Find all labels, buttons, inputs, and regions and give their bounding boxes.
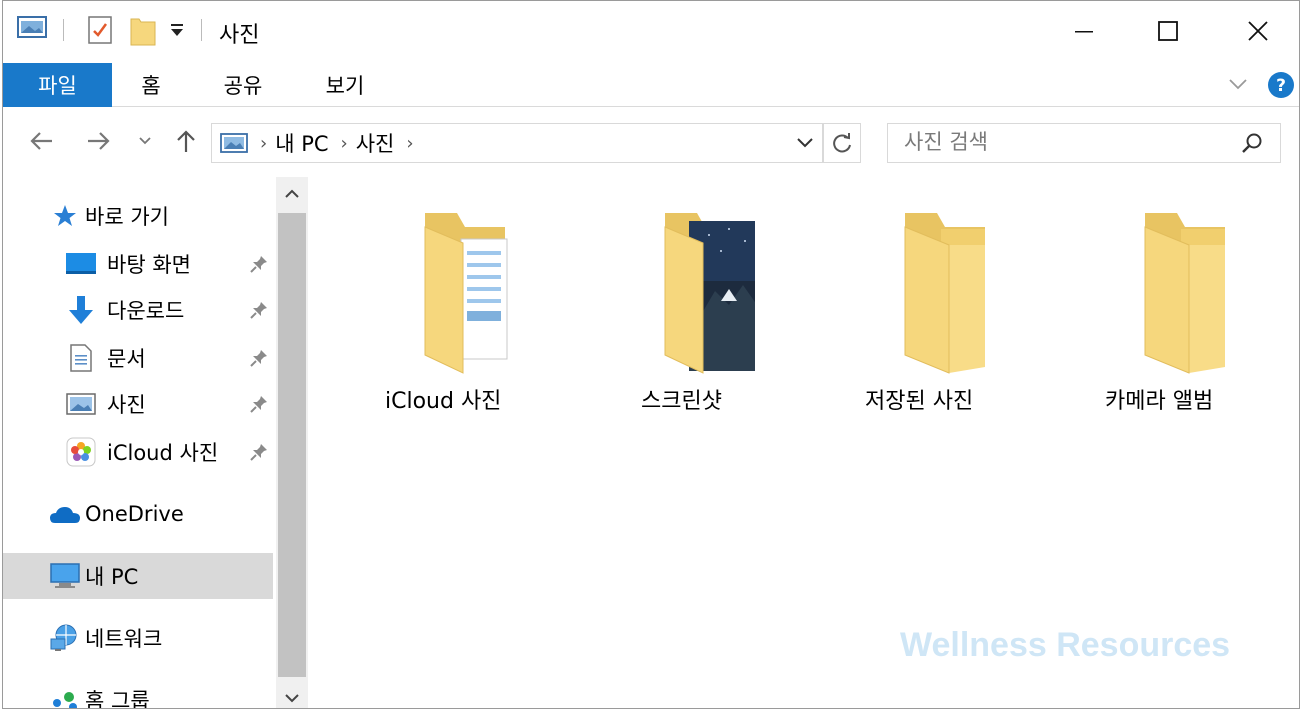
pin-icon[interactable]	[249, 394, 269, 419]
nav-scrollbar[interactable]	[276, 177, 308, 708]
close-button[interactable]	[1213, 1, 1299, 61]
folder-item[interactable]: 스크린샷	[585, 205, 785, 415]
svg-text:?: ?	[1276, 76, 1286, 96]
scroll-down-icon[interactable]	[276, 681, 308, 708]
breadcrumb-separator[interactable]: ›	[341, 133, 348, 154]
nav-quick-access-label: 바로 가기	[85, 205, 169, 229]
scroll-up-icon[interactable]	[276, 177, 308, 211]
sidebar-item-documents[interactable]: 문서	[65, 335, 275, 381]
sidebar-item-icloud-photos[interactable]: iCloud 사진	[65, 429, 275, 475]
nav-this-pc[interactable]: 내 PC	[3, 553, 273, 599]
tab-share[interactable]: 공유	[213, 63, 273, 107]
expand-ribbon-icon[interactable]	[1227, 75, 1249, 97]
search-input[interactable]	[904, 124, 1224, 160]
icloud-photos-icon	[65, 436, 97, 468]
title-bar: 사진	[3, 1, 1299, 61]
document-icon	[65, 342, 97, 374]
pictures-icon	[65, 388, 97, 420]
folder-name: iCloud 사진	[385, 389, 502, 414]
tab-file[interactable]: 파일	[3, 63, 112, 107]
window-icon[interactable]	[17, 15, 47, 39]
nav-homegroup-label: 홈 그룹	[85, 689, 150, 709]
pictures-location-icon	[220, 132, 248, 154]
breadcrumb-separator[interactable]: ›	[406, 133, 413, 154]
address-dropdown-icon[interactable]	[796, 135, 814, 154]
minimize-button[interactable]	[1039, 1, 1129, 61]
folder-item[interactable]: 저장된 사진	[825, 205, 1025, 415]
folder-name: 저장된 사진	[865, 389, 974, 414]
nav-network-label: 네트워크	[85, 627, 163, 651]
pin-icon[interactable]	[249, 300, 269, 325]
navigation-bar: › 내 PC › 사진 ›	[3, 109, 1299, 175]
folder-with-document-icon	[385, 205, 515, 375]
sidebar-item-label: 바탕 화면	[107, 253, 191, 277]
pin-icon[interactable]	[249, 254, 269, 279]
sidebar-item-downloads[interactable]: 다운로드	[65, 287, 275, 333]
quick-access-dropdown-icon[interactable]	[169, 23, 185, 37]
search-icon[interactable]	[1240, 132, 1264, 160]
homegroup-icon	[49, 684, 81, 708]
network-icon	[49, 622, 81, 654]
search-box[interactable]	[887, 123, 1281, 163]
folder-item[interactable]: 카메라 앨범	[1065, 205, 1265, 415]
tab-view[interactable]: 보기	[315, 63, 375, 107]
window-title: 사진	[219, 23, 260, 48]
forward-button[interactable]	[79, 121, 119, 161]
sidebar-item-label: 다운로드	[107, 299, 185, 323]
refresh-button[interactable]	[823, 123, 861, 163]
help-icon[interactable]: ?	[1267, 71, 1295, 103]
sidebar-item-label: 사진	[107, 393, 146, 417]
folder-item[interactable]: iCloud 사진	[345, 205, 545, 415]
sidebar-item-label: iCloud 사진	[107, 441, 219, 465]
sidebar-item-label: 문서	[107, 347, 146, 371]
watermark: Wellness Resources	[900, 626, 1231, 664]
desktop-icon	[65, 248, 97, 280]
up-button[interactable]	[167, 121, 205, 161]
pin-icon[interactable]	[249, 442, 269, 467]
pin-icon[interactable]	[249, 348, 269, 373]
nav-onedrive-label: OneDrive	[85, 502, 184, 526]
properties-icon[interactable]	[87, 15, 113, 45]
breadcrumb-pictures[interactable]: 사진	[356, 128, 395, 158]
folder-icon	[865, 205, 995, 375]
sidebar-item-pictures[interactable]: 사진	[65, 381, 275, 427]
nav-this-pc-label: 내 PC	[85, 565, 139, 589]
breadcrumb-separator[interactable]: ›	[260, 133, 267, 154]
tab-home[interactable]: 홈	[121, 63, 181, 107]
scrollbar-thumb[interactable]	[278, 213, 306, 677]
address-bar[interactable]: › 내 PC › 사진 ›	[211, 123, 823, 163]
folder-with-image-icon	[625, 205, 785, 375]
sidebar-item-desktop[interactable]: 바탕 화면	[65, 241, 275, 287]
folder-icon	[1105, 205, 1235, 375]
onedrive-icon	[49, 498, 81, 530]
navigation-pane: 바로 가기 바탕 화면 다운로드 문서 사진 iCloud 사진 OneDriv…	[3, 177, 309, 709]
explorer-window: 사진 파일 홈 공유 보기 ? › 내 PC › 사진 › 사진 검색 바로 가…	[2, 0, 1300, 709]
download-icon	[65, 294, 97, 326]
breadcrumb-this-pc[interactable]: 내 PC	[275, 128, 328, 158]
back-button[interactable]	[21, 121, 61, 161]
star-icon	[49, 200, 81, 232]
ribbon-tabs: 파일 홈 공유 보기 ?	[3, 63, 1299, 107]
recent-locations-icon[interactable]	[133, 121, 157, 161]
folder-name: 카메라 앨범	[1105, 389, 1214, 414]
maximize-button[interactable]	[1123, 1, 1213, 61]
new-folder-icon[interactable]	[129, 15, 157, 47]
computer-icon	[49, 560, 81, 592]
